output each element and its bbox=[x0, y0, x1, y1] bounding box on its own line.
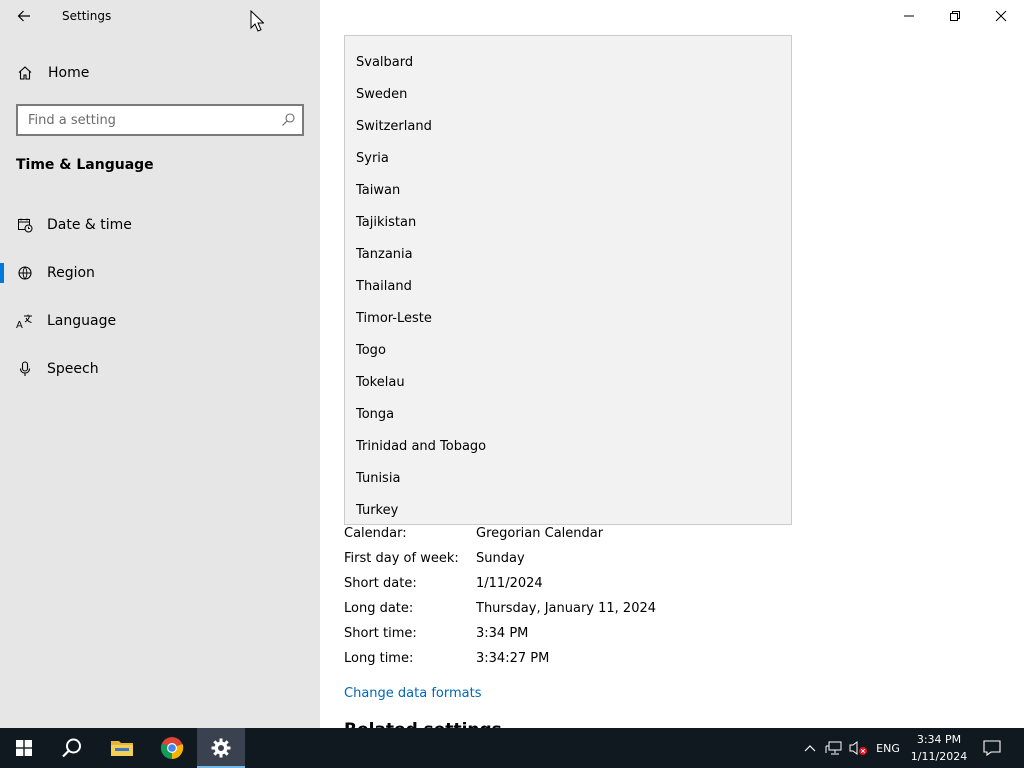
volume-muted-icon bbox=[849, 741, 867, 755]
dropdown-option[interactable]: Togo bbox=[345, 335, 791, 367]
back-button[interactable] bbox=[8, 2, 40, 30]
dropdown-option[interactable]: Timor-Leste bbox=[345, 303, 791, 335]
taskbar: ENG 3:34 PM 1/11/2024 bbox=[0, 728, 1024, 768]
dropdown-option[interactable]: Thailand bbox=[345, 271, 791, 303]
related-settings-heading: Related settings bbox=[344, 720, 502, 728]
settings-taskbar-button[interactable] bbox=[197, 728, 245, 768]
close-button[interactable] bbox=[978, 0, 1024, 32]
dropdown-option[interactable]: Tanzania bbox=[345, 239, 791, 271]
dropdown-option[interactable]: Switzerland bbox=[345, 111, 791, 143]
format-value: Thursday, January 11, 2024 bbox=[476, 601, 657, 616]
app-title: Settings bbox=[62, 9, 112, 23]
format-value: Sunday bbox=[476, 551, 525, 566]
dropdown-option[interactable]: Trinidad and Tobago bbox=[345, 431, 791, 463]
format-label: Long time: bbox=[344, 651, 414, 666]
svg-text:A: A bbox=[16, 320, 23, 329]
dropdown-option[interactable]: Tajikistan bbox=[345, 207, 791, 239]
microphone-icon bbox=[16, 360, 34, 378]
format-label: Long date: bbox=[344, 601, 414, 616]
dropdown-option[interactable]: Tonga bbox=[345, 399, 791, 431]
clock-time: 3:34 PM bbox=[916, 733, 962, 746]
home-icon bbox=[16, 64, 34, 82]
file-explorer-button[interactable] bbox=[98, 728, 146, 768]
sidebar-item-speech[interactable]: Speech bbox=[0, 349, 320, 389]
network-icon bbox=[825, 741, 842, 755]
folder-icon bbox=[111, 741, 133, 756]
sidebar-item-label: Speech bbox=[47, 361, 99, 377]
volume-button[interactable] bbox=[846, 728, 870, 768]
taskbar-clock[interactable]: 3:34 PM 1/11/2024 bbox=[904, 731, 974, 765]
dropdown-option[interactable]: Taiwan bbox=[345, 175, 791, 207]
settings-sidebar: Settings Home Time & Language Date & tim… bbox=[0, 0, 320, 728]
section-title: Time & Language bbox=[16, 157, 154, 173]
sidebar-item-date-time[interactable]: Date & time bbox=[0, 205, 320, 245]
show-hidden-icons-button[interactable] bbox=[800, 728, 820, 768]
start-button[interactable] bbox=[0, 728, 48, 768]
restore-icon bbox=[950, 11, 960, 21]
minimize-icon bbox=[904, 15, 914, 17]
globe-icon bbox=[16, 264, 34, 282]
mouse-cursor-icon bbox=[250, 10, 264, 32]
input-language-indicator[interactable]: ENG bbox=[872, 728, 904, 768]
dropdown-options: Svalbard Sweden Switzerland Syria Taiwan Taji… bbox=[345, 47, 791, 524]
country-region-dropdown-list[interactable]: Svalbard Sweden Switzerland Syria Taiwan Taji… bbox=[344, 35, 792, 525]
nav-home[interactable]: Home bbox=[0, 53, 320, 93]
dropdown-option[interactable]: Tokelau bbox=[345, 367, 791, 399]
search-input[interactable] bbox=[28, 106, 268, 134]
chrome-button[interactable] bbox=[148, 728, 196, 768]
nav-home-label: Home bbox=[48, 65, 90, 81]
format-label: First day of week: bbox=[344, 551, 459, 566]
dropdown-option[interactable]: Syria bbox=[345, 143, 791, 175]
sidebar-item-label: Date & time bbox=[47, 217, 132, 233]
dropdown-option[interactable]: Svalbard bbox=[345, 47, 791, 79]
format-value: Gregorian Calendar bbox=[476, 526, 604, 541]
sidebar-item-region[interactable]: Region bbox=[0, 253, 320, 293]
restore-button[interactable] bbox=[932, 0, 978, 32]
title-bar: Settings bbox=[0, 0, 320, 34]
search-box[interactable] bbox=[16, 104, 304, 136]
clock-date: 1/11/2024 bbox=[910, 750, 968, 763]
close-icon bbox=[995, 10, 1007, 22]
action-center-button[interactable] bbox=[978, 728, 1006, 768]
sidebar-item-label: Language bbox=[47, 313, 117, 329]
sidebar-item-label: Region bbox=[47, 265, 95, 281]
format-label: Calendar: bbox=[344, 526, 407, 541]
back-arrow-icon bbox=[17, 10, 30, 22]
change-data-formats-link[interactable]: Change data formats bbox=[344, 686, 481, 701]
language-icon: A bbox=[16, 312, 34, 330]
sidebar-item-language[interactable]: A Language bbox=[0, 301, 320, 341]
chevron-up-icon bbox=[804, 745, 816, 752]
notification-icon bbox=[983, 740, 1001, 756]
calendar-clock-icon bbox=[16, 216, 34, 234]
chrome-icon bbox=[160, 737, 184, 759]
search-taskbar-button[interactable] bbox=[48, 728, 96, 768]
format-value: 3:34 PM bbox=[476, 626, 529, 641]
format-value: 3:34:27 PM bbox=[476, 651, 550, 666]
gear-icon bbox=[211, 738, 231, 758]
dropdown-option[interactable]: Sweden bbox=[345, 79, 791, 111]
format-label: Short date: bbox=[344, 576, 417, 591]
dropdown-option[interactable]: Tunisia bbox=[345, 463, 791, 495]
minimize-button[interactable] bbox=[886, 0, 932, 32]
windows-logo-icon bbox=[16, 740, 32, 756]
search-icon bbox=[62, 738, 81, 758]
dropdown-option[interactable]: Turkey bbox=[345, 495, 791, 524]
format-label: Short time: bbox=[344, 626, 417, 641]
format-value: 1/11/2024 bbox=[476, 576, 543, 591]
network-button[interactable] bbox=[822, 728, 846, 768]
search-icon[interactable] bbox=[280, 112, 296, 128]
